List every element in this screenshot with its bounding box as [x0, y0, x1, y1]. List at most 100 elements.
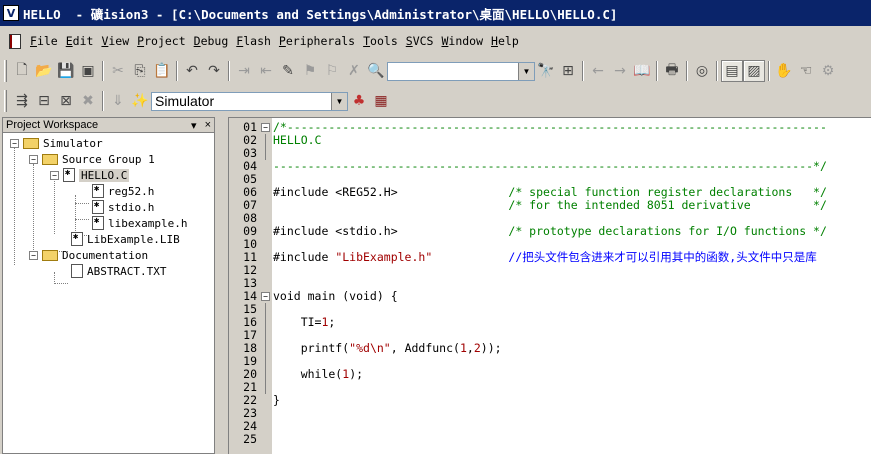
unindent-icon[interactable]: ⇤ — [255, 60, 277, 82]
undo-icon[interactable]: ↶ — [181, 60, 203, 82]
browse-icon[interactable]: 📖 — [631, 60, 653, 82]
menu-view[interactable]: View — [97, 34, 133, 48]
code-line[interactable]: 23 — [229, 407, 871, 420]
panel-splitter[interactable] — [217, 117, 226, 454]
tree-node-stdio[interactable]: stdio.h — [92, 199, 154, 215]
toolbar-separator — [716, 61, 718, 81]
collapse-icon[interactable]: − — [29, 250, 38, 260]
menu-file[interactable]: File — [26, 34, 62, 48]
build-target-icon[interactable]: ⊟ — [33, 90, 55, 112]
close-icon[interactable]: × — [205, 119, 211, 132]
code-line[interactable]: 12 — [229, 264, 871, 277]
fold-collapse-icon[interactable]: − — [259, 290, 272, 303]
code-line[interactable]: 22} — [229, 394, 871, 407]
copy-icon[interactable]: ⎘ — [129, 60, 151, 82]
tree-node-source-group[interactable]: − Source Group 1 — [29, 151, 155, 167]
target-combo[interactable]: Simulator ▼ — [151, 91, 348, 111]
workspace-toggle-icon[interactable]: ▤ — [721, 60, 743, 82]
menu-debug[interactable]: Debug — [190, 34, 233, 48]
print-icon[interactable]: 🖶 — [661, 60, 683, 82]
menu-peripherals[interactable]: Peripherals — [275, 34, 359, 48]
toolbar-grip[interactable] — [4, 90, 7, 112]
collapse-icon[interactable]: − — [29, 154, 38, 164]
menu-edit[interactable]: Edit — [62, 34, 98, 48]
dropdown-arrow-icon[interactable]: ▼ — [518, 62, 534, 80]
document-icon[interactable] — [9, 33, 21, 49]
configure-icon[interactable]: ⚙ — [817, 60, 839, 82]
tree-node-simulator[interactable]: − Simulator — [10, 135, 103, 151]
forward-icon[interactable]: → — [609, 60, 631, 82]
tree-node-documentation[interactable]: − Documentation — [29, 247, 148, 263]
target-folder-icon — [23, 137, 39, 149]
cut-icon[interactable]: ✂ — [107, 60, 129, 82]
download-icon[interactable]: ⇓ — [107, 90, 129, 112]
prev-bookmark-icon[interactable]: ⚐ — [321, 60, 343, 82]
output-window-toggle-icon[interactable]: ▨ — [743, 60, 765, 82]
project-workspace-panel: Project Workspace ▾ × − Simulator − Sour… — [2, 117, 215, 454]
tree-label-hello-c: HELLO.C — [79, 168, 130, 182]
tree-node-abstract[interactable]: ABSTRACT.TXT — [71, 263, 166, 279]
code-line[interactable]: 07 /* for the intended 8051 derivative *… — [229, 199, 871, 212]
build-toolbar: ⇶ ⊟ ⊠ ✖ ⇓ ✨ Simulator ▼ ♣ ▦ — [0, 87, 871, 115]
stop-build-icon[interactable]: ✖ — [77, 90, 99, 112]
code-line[interactable]: 18 printf("%d\n", Addfunc(1,2)); — [229, 342, 871, 355]
open-folder-icon[interactable]: 📂 — [33, 60, 55, 82]
code-line[interactable]: 14− void main (void) { — [229, 290, 871, 303]
clear-bookmarks-icon[interactable]: ✗ — [343, 60, 365, 82]
tree-node-reg52[interactable]: reg52.h — [92, 183, 154, 199]
code-line[interactable]: 01−/*-----------------------------------… — [229, 121, 871, 134]
next-bookmark-icon[interactable]: ⚑ — [299, 60, 321, 82]
toolbar-grip[interactable] — [4, 60, 7, 82]
save-all-icon[interactable]: ▣ — [77, 60, 99, 82]
fold-margin — [259, 303, 272, 316]
code-text: /*--------------------------------------… — [273, 120, 827, 134]
collapse-icon[interactable]: − — [50, 170, 59, 180]
menu-flash[interactable]: Flash — [232, 34, 275, 48]
incremental-find-icon[interactable]: ⊞ — [557, 60, 579, 82]
components-icon[interactable]: ♣ — [348, 90, 370, 112]
translate-icon[interactable]: ⇶ — [11, 90, 33, 112]
code-line[interactable]: 09 #include <stdio.h> /* prototype declar… — [229, 225, 871, 238]
find-in-files-icon[interactable]: 🔍 — [365, 60, 387, 82]
menu-project[interactable]: Project — [133, 34, 189, 48]
code-line[interactable]: 20 while(1); — [229, 368, 871, 381]
collapse-icon[interactable]: − — [10, 138, 19, 148]
menu-tools[interactable]: Tools — [359, 34, 402, 48]
code-line[interactable]: 11 #include "LibExample.h" //把头文件包含进来才可以引… — [229, 251, 871, 264]
multi-project-icon[interactable]: ▦ — [370, 90, 392, 112]
back-icon[interactable]: ← — [587, 60, 609, 82]
menu-window[interactable]: Window — [437, 34, 487, 48]
menu-help[interactable]: Help — [487, 34, 523, 48]
fold-margin — [259, 407, 272, 420]
rebuild-all-icon[interactable]: ⊠ — [55, 90, 77, 112]
indent-icon[interactable]: ⇥ — [233, 60, 255, 82]
code-line[interactable]: 24 — [229, 420, 871, 433]
debug-session-icon[interactable]: ◎ — [691, 60, 713, 82]
pin-icon[interactable]: ▾ — [191, 119, 197, 132]
code-line[interactable]: 21 — [229, 381, 871, 394]
find-icon[interactable]: 🔭 — [535, 60, 557, 82]
fold-collapse-icon[interactable]: − — [259, 121, 272, 134]
code-text: } — [273, 393, 280, 407]
new-file-icon[interactable]: 🗋 — [11, 60, 33, 82]
code-line[interactable]: 16 TI=1; — [229, 316, 871, 329]
paste-icon[interactable]: 📋 — [151, 60, 173, 82]
tree-node-libexample-h[interactable]: libexample.h — [92, 215, 187, 231]
hand-icon[interactable]: ✋ — [773, 60, 795, 82]
tree-node-lib[interactable]: LibExample.LIB — [71, 231, 180, 247]
find-combo[interactable]: ▼ — [387, 61, 535, 81]
dropdown-arrow-icon[interactable]: ▼ — [331, 92, 347, 110]
code-line[interactable]: 02 HELLO.C — [229, 134, 871, 147]
redo-icon[interactable]: ↷ — [203, 60, 225, 82]
bookmark-icon[interactable]: ✎ — [277, 60, 299, 82]
save-icon[interactable]: 💾 — [55, 60, 77, 82]
code-line[interactable]: 25 — [229, 433, 871, 446]
tree-node-hello-c[interactable]: − HELLO.C — [50, 167, 130, 183]
target-options-wand-icon[interactable]: ✨ — [129, 90, 151, 112]
tree-label-documentation: Documentation — [62, 248, 149, 262]
code-editor[interactable]: 01−/*-----------------------------------… — [228, 117, 871, 454]
menu-svcs[interactable]: SVCS — [402, 34, 438, 48]
hand-disabled-icon[interactable]: ☜ — [795, 60, 817, 82]
uvision-app-icon[interactable]: V — [3, 5, 19, 21]
code-line[interactable]: 04 --------------------------------------… — [229, 160, 871, 173]
